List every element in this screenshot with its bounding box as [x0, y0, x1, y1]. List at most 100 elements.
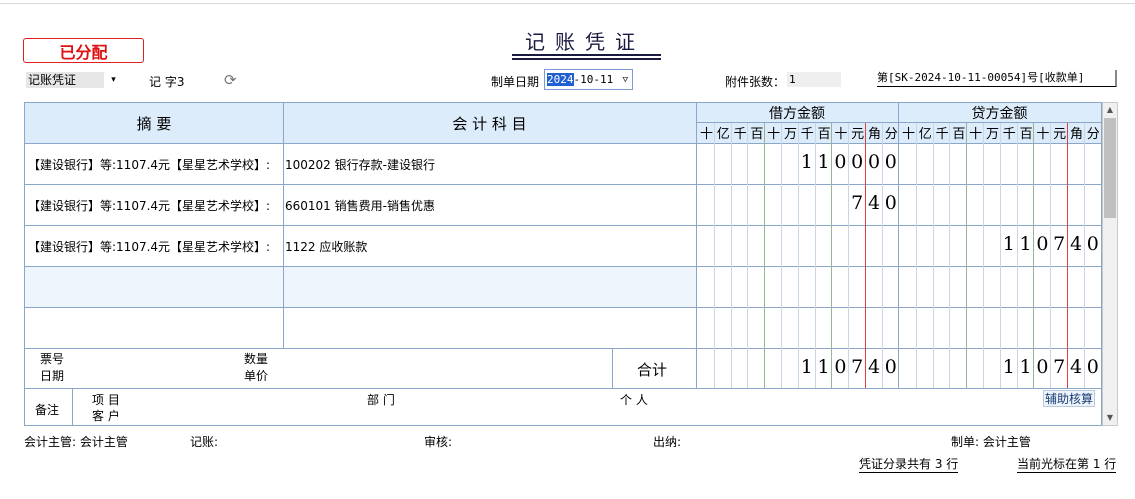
voucher-type-select[interactable]: 记账凭证 ▾ [26, 72, 123, 88]
row-account[interactable]: 1122 应收账款 [285, 238, 367, 255]
total-divider [25, 388, 1101, 389]
credit-digit-line [1016, 123, 1018, 388]
page-title: 记账凭证 [525, 30, 645, 54]
credit-unit-label: 十 [969, 127, 983, 142]
credit-digit: 1 [1002, 233, 1015, 255]
maker-signature: 制单: 会计主管 [951, 435, 1031, 449]
voucher-type-value: 记账凭证 [26, 72, 104, 88]
col-divider [612, 348, 613, 388]
debit-digit-line [781, 123, 782, 388]
debit-digit-line [747, 123, 749, 388]
voucher-word: 记 字3 [149, 75, 185, 89]
col-divider [283, 103, 284, 348]
customer-label: 客 户 [92, 409, 120, 423]
debit-digit-line [730, 123, 732, 388]
credit-digit-line [915, 123, 917, 388]
bookkeeper-signature: 记账: [190, 435, 219, 449]
row-summary[interactable]: 【建设银行】等:1107.4元【星星艺术学校】: [28, 238, 270, 255]
column-header-account: 会 计 科 目 [452, 114, 527, 133]
row-divider [25, 143, 1101, 144]
row-divider [25, 184, 1101, 185]
row-account[interactable]: 100202 银行存款-建设银行 [285, 156, 435, 173]
dropdown-arrow-icon[interactable]: ▾ [104, 75, 123, 85]
debit-digit: 0 [867, 151, 881, 173]
row-divider [25, 348, 1101, 349]
credit-digit-line [999, 123, 1001, 388]
credit-unit-label: 百 [1019, 127, 1033, 142]
auxiliary-accounting-button[interactable]: 辅助核算 [1043, 390, 1095, 407]
department-label: 部 门 [367, 393, 395, 407]
date-rest: -10-11 [573, 73, 614, 86]
debit-unit-label: 十 [834, 127, 848, 142]
cursor-status: 当前光标在第 1 行 [1017, 457, 1117, 473]
total-credit-digit: 4 [1069, 356, 1083, 378]
empty-row-tint [25, 266, 696, 307]
credit-digit: 4 [1069, 233, 1083, 255]
credit-digit: 7 [1053, 233, 1066, 255]
credit-unit-label: 亿 [918, 127, 932, 142]
credit-digit: 1 [1019, 233, 1032, 255]
debit-digit: 0 [851, 151, 864, 173]
credit-digit-line [966, 123, 968, 388]
remark-divider [72, 388, 73, 425]
credit-unit-label: 分 [1086, 127, 1100, 142]
debit-unit-label: 十 [699, 127, 713, 142]
credit-digit: 0 [1036, 233, 1049, 255]
credit-digit: 0 [1086, 233, 1099, 255]
total-debit-digit: 0 [834, 356, 847, 378]
scroll-thumb[interactable] [1104, 118, 1116, 218]
date-label: 制单日期 [491, 75, 540, 89]
row-account[interactable]: 660101 销售费用-销售优惠 [285, 197, 435, 214]
total-credit-digit: 0 [1086, 356, 1099, 378]
total-label: 合计 [637, 361, 668, 379]
debit-unit-label: 角 [867, 127, 881, 142]
total-debit-digit: 0 [884, 356, 897, 378]
debit-unit-label: 万 [783, 127, 797, 142]
voucher-number: 第[SK-2024-10-11-00054]号[收款单] [877, 70, 1117, 87]
chevron-down-icon[interactable]: ▽ [623, 75, 628, 85]
allocated-stamp: 已分配 [23, 38, 144, 63]
debit-digit: 7 [851, 192, 864, 214]
total-debit-digit: 1 [817, 356, 830, 378]
credit-unit-label: 千 [1002, 127, 1016, 142]
credit-unit-label: 十 [901, 127, 915, 142]
credit-unit-label: 千 [935, 127, 949, 142]
total-debit-digit: 4 [867, 356, 881, 378]
top-border [0, 3, 1135, 4]
auditor-signature: 审核: [424, 435, 453, 449]
debit-unit-label: 亿 [716, 127, 730, 142]
credit-digit-line [1050, 123, 1052, 388]
refresh-icon[interactable]: ⟳ [224, 71, 237, 89]
quantity-label: 数量 [244, 352, 269, 366]
credit-digit-line [1033, 123, 1035, 388]
row-summary[interactable]: 【建设银行】等:1107.4元【星星艺术学校】: [28, 156, 270, 173]
total-credit-digit: 1 [1019, 356, 1032, 378]
col-divider [696, 103, 697, 388]
row-divider [25, 307, 1101, 308]
debit-unit-label: 千 [800, 127, 814, 142]
project-label: 项 目 [92, 393, 120, 407]
credit-digit-line [949, 123, 951, 388]
debit-digit: 0 [884, 151, 897, 173]
unit-price-label: 单价 [244, 369, 269, 383]
debit-unit-label: 百 [817, 127, 831, 142]
credit-digit-line [1083, 123, 1085, 388]
attachments-input[interactable]: 1 [787, 72, 841, 87]
total-credit-digit: 1 [1002, 356, 1015, 378]
debit-digit: 0 [884, 192, 897, 214]
total-debit-digit: 1 [800, 356, 813, 378]
row-summary[interactable]: 【建设银行】等:1107.4元【星星艺术学校】: [28, 197, 270, 214]
date-picker[interactable]: 2024 -10-11 ▽ [544, 69, 633, 90]
column-header-debit: 借方金额 [769, 106, 825, 122]
scroll-down-icon[interactable]: ▼ [1103, 411, 1117, 425]
debit-digit: 4 [867, 192, 881, 214]
total-credit-digit: 7 [1053, 356, 1066, 378]
debit-digit-line [713, 123, 715, 388]
credit-digit-line [1067, 123, 1068, 388]
debit-digit: 0 [834, 151, 847, 173]
vertical-scrollbar[interactable]: ▲ ▼ [1102, 102, 1118, 426]
debit-digit-line [764, 123, 766, 388]
col-divider [898, 103, 899, 388]
total-credit-digit: 0 [1036, 356, 1049, 378]
scroll-up-icon[interactable]: ▲ [1103, 103, 1117, 117]
